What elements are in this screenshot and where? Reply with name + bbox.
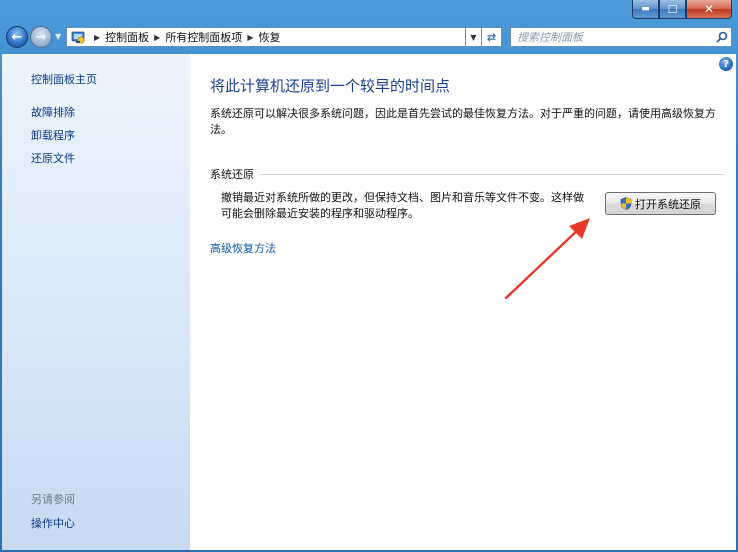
arrow-right-icon: → <box>35 29 47 45</box>
search-input[interactable]: 搜索控制面板 <box>511 29 713 45</box>
system-restore-group-label: 系统还原 <box>210 166 260 182</box>
group-divider <box>210 174 724 175</box>
sidebar-item-action-center[interactable]: 操作中心 <box>31 515 75 531</box>
advanced-recovery-link[interactable]: 高级恢复方法 <box>210 240 276 256</box>
control-panel-icon <box>71 31 85 44</box>
recent-pages-dropdown[interactable]: ▼ <box>55 32 61 41</box>
search-icon[interactable] <box>713 31 731 43</box>
arrow-left-icon: ← <box>11 29 23 45</box>
address-bar[interactable]: ▶ 控制面板 ▶ 所有控制面板项 ▶ 恢复 <box>66 27 466 47</box>
open-system-restore-label: 打开系统还原 <box>635 197 701 211</box>
search-box[interactable]: 搜索控制面板 <box>510 27 732 47</box>
breadcrumb-separator-icon: ▶ <box>247 32 254 42</box>
see-also-heading: 另请参阅 <box>31 493 75 506</box>
forward-button[interactable]: → <box>30 26 52 48</box>
breadcrumb-recovery[interactable]: 恢复 <box>258 29 280 45</box>
sidebar-item-troubleshooting[interactable]: 故障排除 <box>31 104 75 120</box>
window: ▬ ☐ ✕ ← → ▼ ▶ 控制面板 ▶ 所有控制面板项 ▶ 恢复 ▼ ⇄ 搜索… <box>0 0 738 552</box>
uac-shield-icon <box>620 197 632 210</box>
left-pane: 控制面板主页 故障排除 卸载程序 还原文件 另请参阅 操作中心 <box>2 54 190 550</box>
system-restore-description: 撤销最近对系统所做的更改，但保持文档、图片和音乐等文件不变。这样做可能会删除最近… <box>221 191 584 220</box>
page-description: 系统还原可以解决很多系统问题，因此是首先尝试的最佳恢复方法。对于严重的问题，请使… <box>210 107 716 136</box>
content-area: 控制面板主页 故障排除 卸载程序 还原文件 另请参阅 操作中心 ? 将此计算机还… <box>2 54 736 550</box>
maximize-button[interactable]: ☐ <box>659 0 686 19</box>
close-button[interactable]: ✕ <box>686 0 732 19</box>
sidebar-item-control-panel-home[interactable]: 控制面板主页 <box>31 71 97 87</box>
page-title: 将此计算机还原到一个较早的时间点 <box>210 77 451 95</box>
breadcrumb-control-panel[interactable]: 控制面板 <box>105 29 149 45</box>
breadcrumb-separator-icon: ▶ <box>94 32 101 42</box>
breadcrumb-all-items[interactable]: 所有控制面板项 <box>165 29 242 45</box>
chevron-down-icon: ▼ <box>470 32 477 42</box>
refresh-icon: ⇄ <box>486 30 497 44</box>
minimize-button[interactable]: ▬ <box>632 0 659 19</box>
help-icon[interactable]: ? <box>719 57 733 71</box>
refresh-button[interactable]: ⇄ <box>482 27 502 47</box>
back-button[interactable]: ← <box>6 26 28 48</box>
sidebar-item-uninstall-program[interactable]: 卸载程序 <box>31 127 75 143</box>
sidebar-item-restore-files[interactable]: 还原文件 <box>31 150 75 166</box>
navigation-toolbar: ← → ▼ ▶ 控制面板 ▶ 所有控制面板项 ▶ 恢复 ▼ ⇄ 搜索控制面板 <box>0 24 738 52</box>
breadcrumb-separator-icon: ▶ <box>154 32 161 42</box>
caption-buttons: ▬ ☐ ✕ <box>632 0 732 20</box>
open-system-restore-button[interactable]: 打开系统还原 <box>605 192 716 215</box>
address-history-dropdown[interactable]: ▼ <box>466 27 482 47</box>
